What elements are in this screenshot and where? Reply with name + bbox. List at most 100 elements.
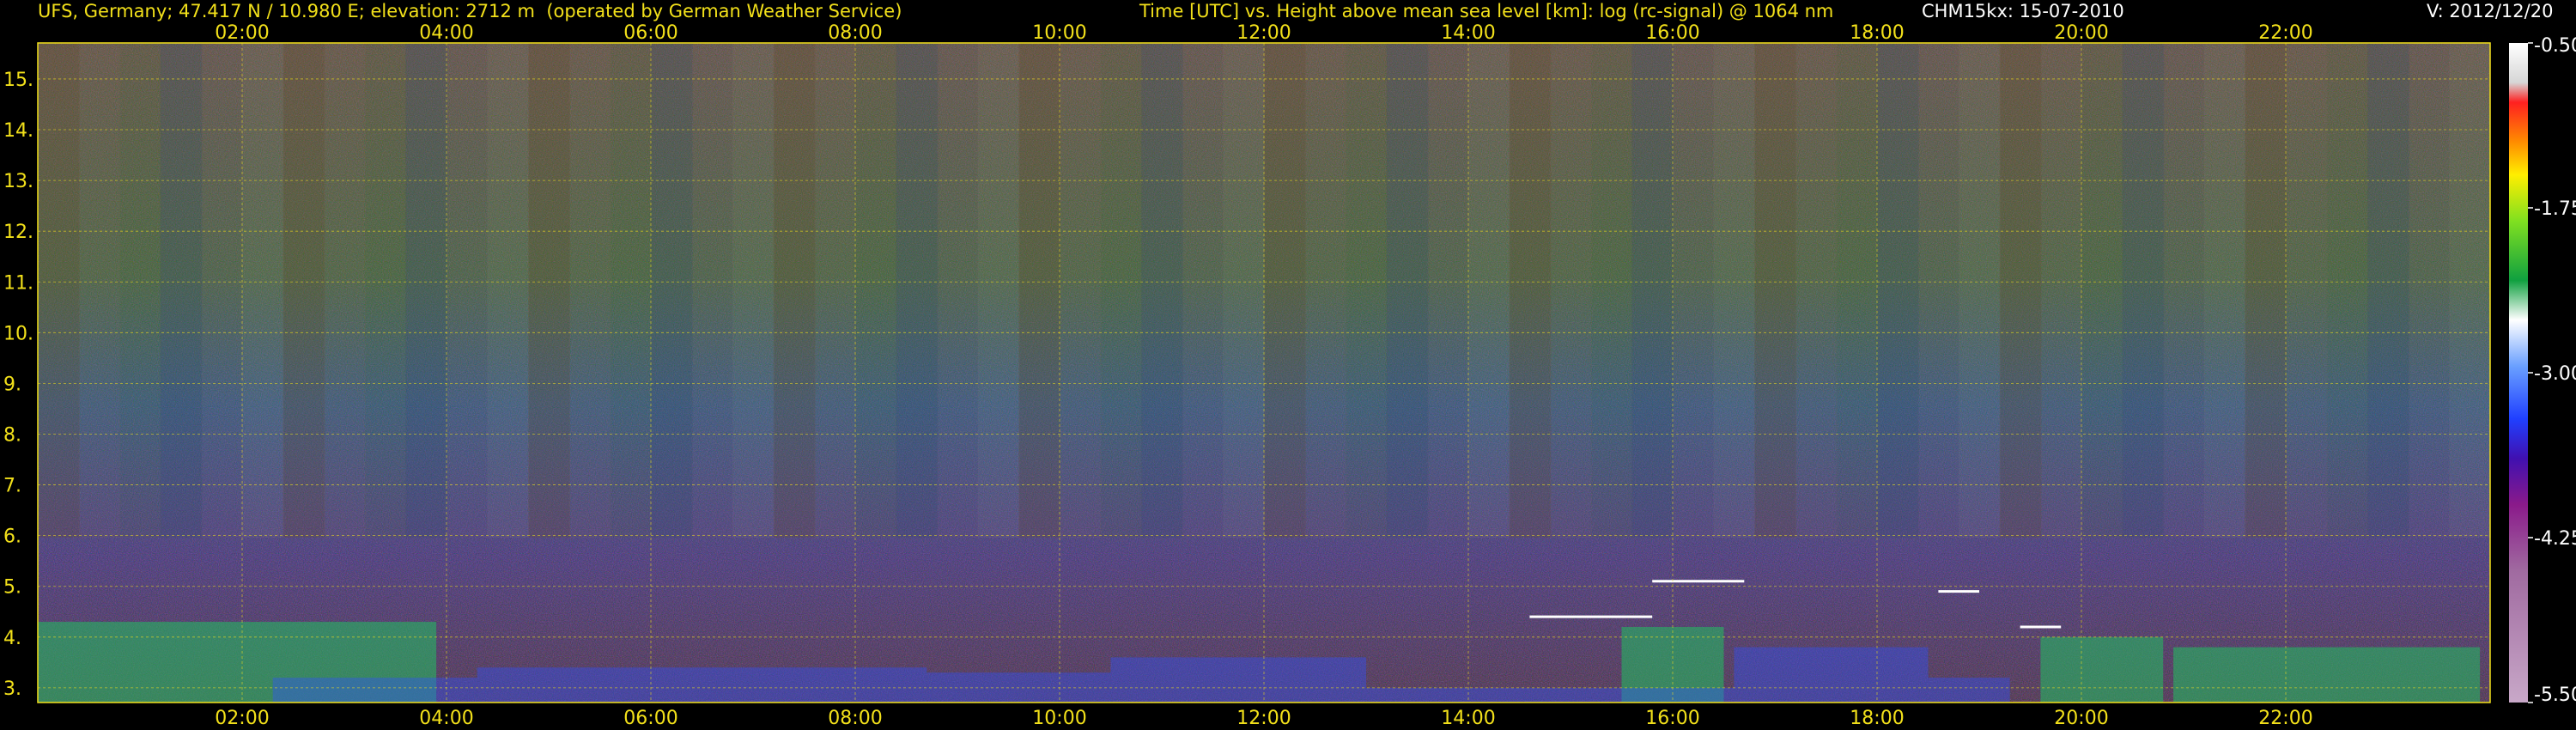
time-band bbox=[405, 43, 447, 538]
time-band bbox=[1182, 43, 1224, 538]
x-tick-label-bottom: 22:00 bbox=[2258, 708, 2312, 729]
time-band bbox=[1590, 43, 1633, 538]
y-tick-label: 9. bbox=[3, 374, 21, 395]
time-band bbox=[896, 43, 939, 538]
version-label: V: 2012/12/20 bbox=[2427, 1, 2554, 21]
boundary-layer bbox=[1110, 657, 1366, 703]
time-variation-bands bbox=[38, 43, 2491, 538]
time-band bbox=[1795, 43, 1838, 538]
y-tick-label: 13. bbox=[3, 171, 33, 192]
y-tick-label: 10. bbox=[3, 323, 33, 344]
time-band bbox=[1386, 43, 1429, 538]
time-band bbox=[487, 43, 530, 538]
x-tick-label-top: 16:00 bbox=[1645, 22, 1699, 44]
low-cloud-layer bbox=[2173, 647, 2481, 703]
time-band bbox=[2286, 43, 2328, 538]
time-band bbox=[1509, 43, 1552, 538]
time-band bbox=[1304, 43, 1347, 538]
colorbar-gradient-bar bbox=[2509, 43, 2528, 703]
station-info: UFS, Germany; 47.417 N / 10.980 E; eleva… bbox=[38, 1, 902, 21]
time-band bbox=[1223, 43, 1265, 538]
time-band bbox=[447, 43, 489, 538]
time-band bbox=[160, 43, 203, 538]
time-band bbox=[324, 43, 366, 538]
x-tick-label-top: 12:00 bbox=[1236, 22, 1291, 44]
time-band bbox=[78, 43, 121, 538]
x-tick-label-bottom: 04:00 bbox=[419, 708, 473, 729]
x-tick-label-top: 14:00 bbox=[1441, 22, 1495, 44]
time-band bbox=[2122, 43, 2165, 538]
colorbar-tick-label: -4.25 bbox=[2534, 528, 2576, 550]
x-tick-label-top: 20:00 bbox=[2054, 22, 2108, 44]
x-tick-label-top: 08:00 bbox=[828, 22, 882, 44]
y-tick-label: 12. bbox=[3, 222, 33, 243]
time-band bbox=[1999, 43, 2042, 538]
time-band bbox=[2408, 43, 2451, 538]
x-axis-top: 02:00 04:00 06:00 08:00 10:00 12:00 14:00 16:00… bbox=[215, 22, 2312, 44]
x-tick-label-bottom: 14:00 bbox=[1441, 708, 1495, 729]
time-band bbox=[2163, 43, 2205, 538]
colorbar-ticks: -0.50 -1.75 -3.00 -4.25 -5.50 bbox=[2528, 35, 2576, 706]
y-axis: 3. 4. 5. 6. 7. 8. 9. 10. 11. 12. 13. 14. 15. bbox=[3, 70, 33, 700]
time-band bbox=[1713, 43, 1756, 538]
x-tick-label-bottom: 10:00 bbox=[1032, 708, 1086, 729]
time-band bbox=[1959, 43, 2001, 538]
x-tick-label-bottom: 20:00 bbox=[2054, 708, 2108, 729]
y-tick-label: 14. bbox=[3, 120, 33, 142]
time-band bbox=[1877, 43, 1919, 538]
time-band bbox=[691, 43, 734, 538]
y-tick-label: 5. bbox=[3, 577, 21, 599]
x-tick-label-top: 04:00 bbox=[419, 22, 473, 44]
chart-title: Time [UTC] vs. Height above mean sea lev… bbox=[1139, 1, 1834, 21]
time-band bbox=[651, 43, 693, 538]
colorbar-tick-label: -5.50 bbox=[2534, 684, 2576, 706]
time-band bbox=[2245, 43, 2287, 538]
time-band bbox=[1631, 43, 1674, 538]
x-tick-label-top: 10:00 bbox=[1032, 22, 1086, 44]
time-band bbox=[242, 43, 284, 538]
boundary-layer bbox=[1928, 678, 2010, 703]
time-band bbox=[1060, 43, 1102, 538]
x-tick-label-bottom: 12:00 bbox=[1236, 708, 1291, 729]
lidar-figure: 02:00 04:00 06:00 08:00 10:00 12:00 14:00 16:00… bbox=[3, 22, 2576, 729]
time-band bbox=[814, 43, 856, 538]
boundary-layer bbox=[1366, 687, 1735, 703]
x-tick-label-bottom: 16:00 bbox=[1645, 708, 1699, 729]
x-tick-label-bottom: 18:00 bbox=[1850, 708, 1904, 729]
boundary-layer bbox=[477, 667, 927, 703]
time-band bbox=[1141, 43, 1183, 538]
time-band bbox=[2203, 43, 2246, 538]
time-band bbox=[2040, 43, 2082, 538]
time-band bbox=[201, 43, 243, 538]
time-band bbox=[773, 43, 816, 538]
x-tick-label-top: 22:00 bbox=[2258, 22, 2312, 44]
time-band bbox=[1100, 43, 1143, 538]
time-band bbox=[119, 43, 161, 538]
time-band bbox=[2326, 43, 2369, 538]
time-band bbox=[1754, 43, 1796, 538]
time-band bbox=[1427, 43, 1469, 538]
time-band bbox=[1264, 43, 1306, 538]
time-band bbox=[977, 43, 1020, 538]
time-band bbox=[610, 43, 652, 538]
x-tick-label-top: 02:00 bbox=[215, 22, 269, 44]
colorbar-tick-label: -0.50 bbox=[2534, 35, 2576, 57]
y-tick-label: 4. bbox=[3, 628, 21, 649]
time-band bbox=[732, 43, 775, 538]
heatmap-plot-area bbox=[37, 42, 2491, 703]
y-tick-label: 6. bbox=[3, 526, 21, 548]
x-tick-label-bottom: 02:00 bbox=[215, 708, 269, 729]
low-cloud-layer bbox=[2040, 636, 2164, 703]
time-band bbox=[528, 43, 570, 538]
y-tick-label: 15. bbox=[3, 70, 33, 91]
time-band bbox=[855, 43, 897, 538]
instrument-date: CHM15kx: 15-07-2010 bbox=[1922, 1, 2124, 21]
y-tick-label: 11. bbox=[3, 272, 33, 294]
y-tick-label: 7. bbox=[3, 476, 21, 497]
time-band bbox=[1346, 43, 1388, 538]
time-band bbox=[1468, 43, 1510, 538]
colorbar-tick-label: -1.75 bbox=[2534, 198, 2576, 220]
time-band bbox=[1550, 43, 1592, 538]
x-tick-label-top: 18:00 bbox=[1850, 22, 1904, 44]
x-axis-bottom: 02:00 04:00 06:00 08:00 10:00 12:00 14:00 16:00… bbox=[215, 708, 2312, 729]
